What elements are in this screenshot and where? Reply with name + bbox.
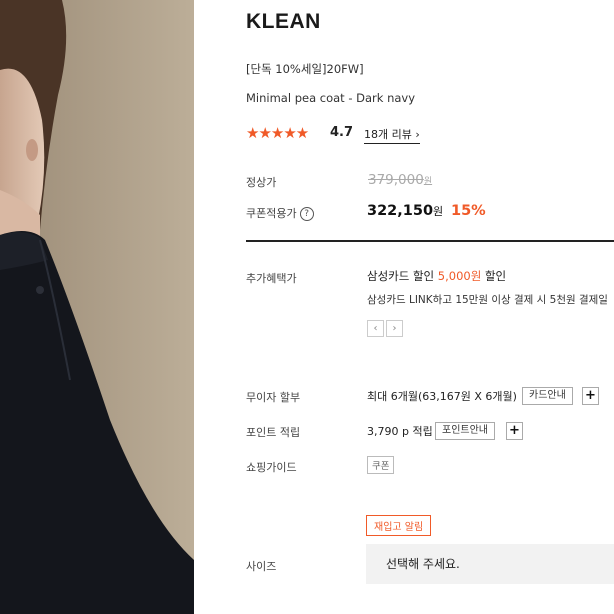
discount-rate: 15%: [451, 203, 486, 219]
product-photo: [0, 0, 194, 614]
regular-price: 379,000원: [368, 172, 432, 188]
coupon-price-label: 쿠폰적용가: [246, 207, 297, 220]
installment-label: 무이자 할부: [246, 391, 301, 404]
price-divider: [246, 240, 614, 242]
card-info-button[interactable]: 카드안내: [522, 387, 573, 405]
help-icon[interactable]: ?: [299, 207, 314, 221]
brand-name: KLEAN: [246, 10, 321, 33]
card-discount: 삼성카드 할인 5,000원 할인: [367, 268, 506, 284]
size-select[interactable]: 선택해 주세요.: [366, 544, 614, 584]
card-discount-prefix: 삼성카드 할인: [367, 269, 438, 283]
promo-tag: [단독 10%세일]20FW]: [246, 62, 364, 76]
next-arrow-icon[interactable]: ›: [386, 320, 403, 337]
prev-arrow-icon[interactable]: ‹: [367, 320, 384, 337]
card-benefit-description: 삼성카드 LINK하고 15만원 이상 결제 시 5천원 결제일: [367, 294, 608, 306]
product-name: Minimal pea coat - Dark navy: [246, 91, 416, 105]
benefit-pager: ‹ ›: [367, 320, 405, 337]
points-value: 3,790 p 적립: [367, 425, 433, 438]
sale-price-unit: 원: [433, 205, 444, 218]
coupon-tag-button[interactable]: 쿠폰: [367, 456, 395, 474]
size-label: 사이즈: [246, 560, 277, 573]
points-info-button[interactable]: 포인트안내: [435, 422, 495, 440]
sale-price: 322,150원: [367, 203, 443, 219]
installment-value: 최대 6개월(63,167원 X 6개월): [367, 390, 517, 403]
sale-price-value: 322,150: [367, 203, 434, 219]
regular-price-value: 379,000: [368, 172, 424, 188]
coupon-price-label-row: 쿠폰적용가?: [246, 205, 314, 221]
rating-stars-icon: ★★★★★: [246, 124, 309, 142]
reviews-link[interactable]: 18개 리뷰 ›: [364, 126, 420, 144]
benefits-label: 추가혜택가: [246, 272, 297, 285]
card-info-plus-icon[interactable]: +: [582, 387, 599, 405]
shopping-guide-label: 쇼핑가이드: [246, 461, 297, 474]
restock-alert-button[interactable]: 재입고 알림: [366, 515, 432, 536]
points-info-plus-icon[interactable]: +: [506, 422, 523, 440]
regular-price-unit: 원: [423, 177, 433, 187]
card-discount-suffix: 할인: [481, 269, 507, 283]
card-discount-amount: 5,000원: [437, 269, 482, 283]
rating-score: 4.7: [330, 125, 354, 140]
regular-price-label: 정상가: [246, 176, 277, 189]
points-label: 포인트 적립: [246, 426, 301, 439]
